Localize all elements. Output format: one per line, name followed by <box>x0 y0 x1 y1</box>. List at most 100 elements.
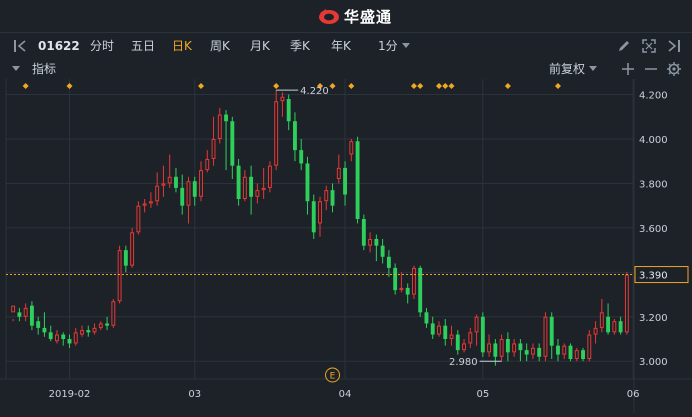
candle-body[interactable] <box>205 159 210 171</box>
event-marker-icon[interactable] <box>442 83 449 89</box>
tab-daily-k[interactable]: 日K <box>172 33 192 59</box>
event-marker-icon[interactable] <box>329 83 336 89</box>
event-marker-icon[interactable] <box>348 83 355 89</box>
event-marker-icon[interactable] <box>435 83 442 89</box>
event-marker-icon[interactable] <box>22 83 29 89</box>
candle-body[interactable] <box>29 305 34 326</box>
candle-body[interactable] <box>324 190 329 202</box>
collapse-panel-icon[interactable] <box>666 38 682 54</box>
candle-body[interactable] <box>11 305 16 313</box>
candle-body[interactable] <box>512 343 517 353</box>
candle-body[interactable] <box>311 201 316 233</box>
indicator-toggle[interactable] <box>12 59 20 79</box>
candle-body[interactable] <box>92 327 97 333</box>
candle-body[interactable] <box>61 334 66 339</box>
candle-body[interactable] <box>524 350 529 355</box>
gear-icon[interactable] <box>666 61 682 77</box>
chart-svg[interactable]: 4.2004.0003.8003.6003.4003.2003.0002019-… <box>0 79 692 413</box>
candle-body[interactable] <box>80 330 84 335</box>
candle-body[interactable] <box>462 343 466 351</box>
candle-body[interactable] <box>474 316 479 333</box>
candle-body[interactable] <box>537 347 542 357</box>
candle-body[interactable] <box>361 219 366 246</box>
candle-body[interactable] <box>86 330 91 333</box>
candle-body[interactable] <box>267 165 272 188</box>
candle-body[interactable] <box>217 114 222 140</box>
indicator-label[interactable]: 指标 <box>32 59 56 79</box>
candle-body[interactable] <box>167 176 172 184</box>
candle-body[interactable] <box>36 321 41 328</box>
candle-body[interactable] <box>556 345 560 355</box>
candle-body[interactable] <box>587 334 592 359</box>
candle-body[interactable] <box>437 325 441 335</box>
split-view-icon[interactable] <box>12 38 28 54</box>
candle-body[interactable] <box>468 332 473 344</box>
candle-body[interactable] <box>42 327 47 333</box>
candle-body[interactable] <box>368 239 373 246</box>
candle-body[interactable] <box>48 332 53 339</box>
candle-body[interactable] <box>261 187 266 191</box>
candle-body[interactable] <box>487 343 492 353</box>
candle-body[interactable] <box>624 274 629 333</box>
candle-body[interactable] <box>349 141 354 155</box>
candle-body[interactable] <box>330 190 335 206</box>
candle-body[interactable] <box>606 316 611 333</box>
tab-five-day[interactable]: 五日 <box>131 33 155 59</box>
candle-body[interactable] <box>55 334 59 342</box>
candle-body[interactable] <box>299 150 304 164</box>
candle-body[interactable] <box>355 141 360 219</box>
candle-body[interactable] <box>618 321 623 333</box>
candle-body[interactable] <box>111 301 116 326</box>
candle-body[interactable] <box>430 323 435 335</box>
event-marker-icon[interactable] <box>66 83 73 89</box>
candle-body[interactable] <box>568 345 573 359</box>
candle-body[interactable] <box>405 287 410 295</box>
candle-body[interactable] <box>67 339 72 344</box>
candle-body[interactable] <box>581 350 585 359</box>
candle-body[interactable] <box>424 312 429 324</box>
candle-body[interactable] <box>380 245 385 257</box>
event-marker-icon[interactable] <box>198 83 205 89</box>
candle-body[interactable] <box>549 316 554 346</box>
candle-body[interactable] <box>505 339 510 353</box>
candle-body[interactable] <box>286 99 291 122</box>
candle-body[interactable] <box>236 165 241 199</box>
candle-body[interactable] <box>73 332 78 344</box>
tab-weekly-k[interactable]: 周K <box>210 33 230 59</box>
event-marker-icon[interactable] <box>448 83 455 89</box>
event-marker-icon[interactable] <box>273 83 280 89</box>
plus-icon[interactable] <box>620 61 636 77</box>
candle-body[interactable] <box>518 343 523 351</box>
candle-body[interactable] <box>480 316 485 353</box>
pencil-icon[interactable] <box>616 38 632 54</box>
tab-yearly-k[interactable]: 年K <box>331 33 351 59</box>
candle-body[interactable] <box>186 181 191 206</box>
candle-body[interactable] <box>499 339 504 357</box>
candle-body[interactable] <box>211 139 216 159</box>
candle-body[interactable] <box>174 176 178 188</box>
candle-body[interactable] <box>130 232 135 266</box>
candle-body[interactable] <box>123 250 128 266</box>
candle-body[interactable] <box>192 181 197 197</box>
candle-body[interactable] <box>161 183 166 186</box>
candle-body[interactable] <box>612 321 617 333</box>
candle-body[interactable] <box>443 325 448 339</box>
expand-icon[interactable] <box>641 38 657 54</box>
candle-body[interactable] <box>117 250 122 302</box>
candle-body[interactable] <box>574 350 579 360</box>
candle-body[interactable] <box>17 312 22 317</box>
candle-body[interactable] <box>293 121 297 151</box>
candle-body[interactable] <box>180 187 185 206</box>
candle-body[interactable] <box>155 185 160 202</box>
candle-body[interactable] <box>280 96 285 102</box>
candle-body[interactable] <box>249 176 254 197</box>
event-marker-icon[interactable] <box>410 83 417 89</box>
candle-body[interactable] <box>593 327 598 335</box>
tab-monthly-k[interactable]: 月K <box>250 33 270 59</box>
minute-select[interactable]: 1分 <box>378 33 410 59</box>
candle-body[interactable] <box>599 312 604 328</box>
candle-body[interactable] <box>386 256 391 268</box>
candle-body[interactable] <box>530 347 535 355</box>
tab-quarterly-k[interactable]: 季K <box>290 33 310 59</box>
candle-body[interactable] <box>105 323 110 326</box>
